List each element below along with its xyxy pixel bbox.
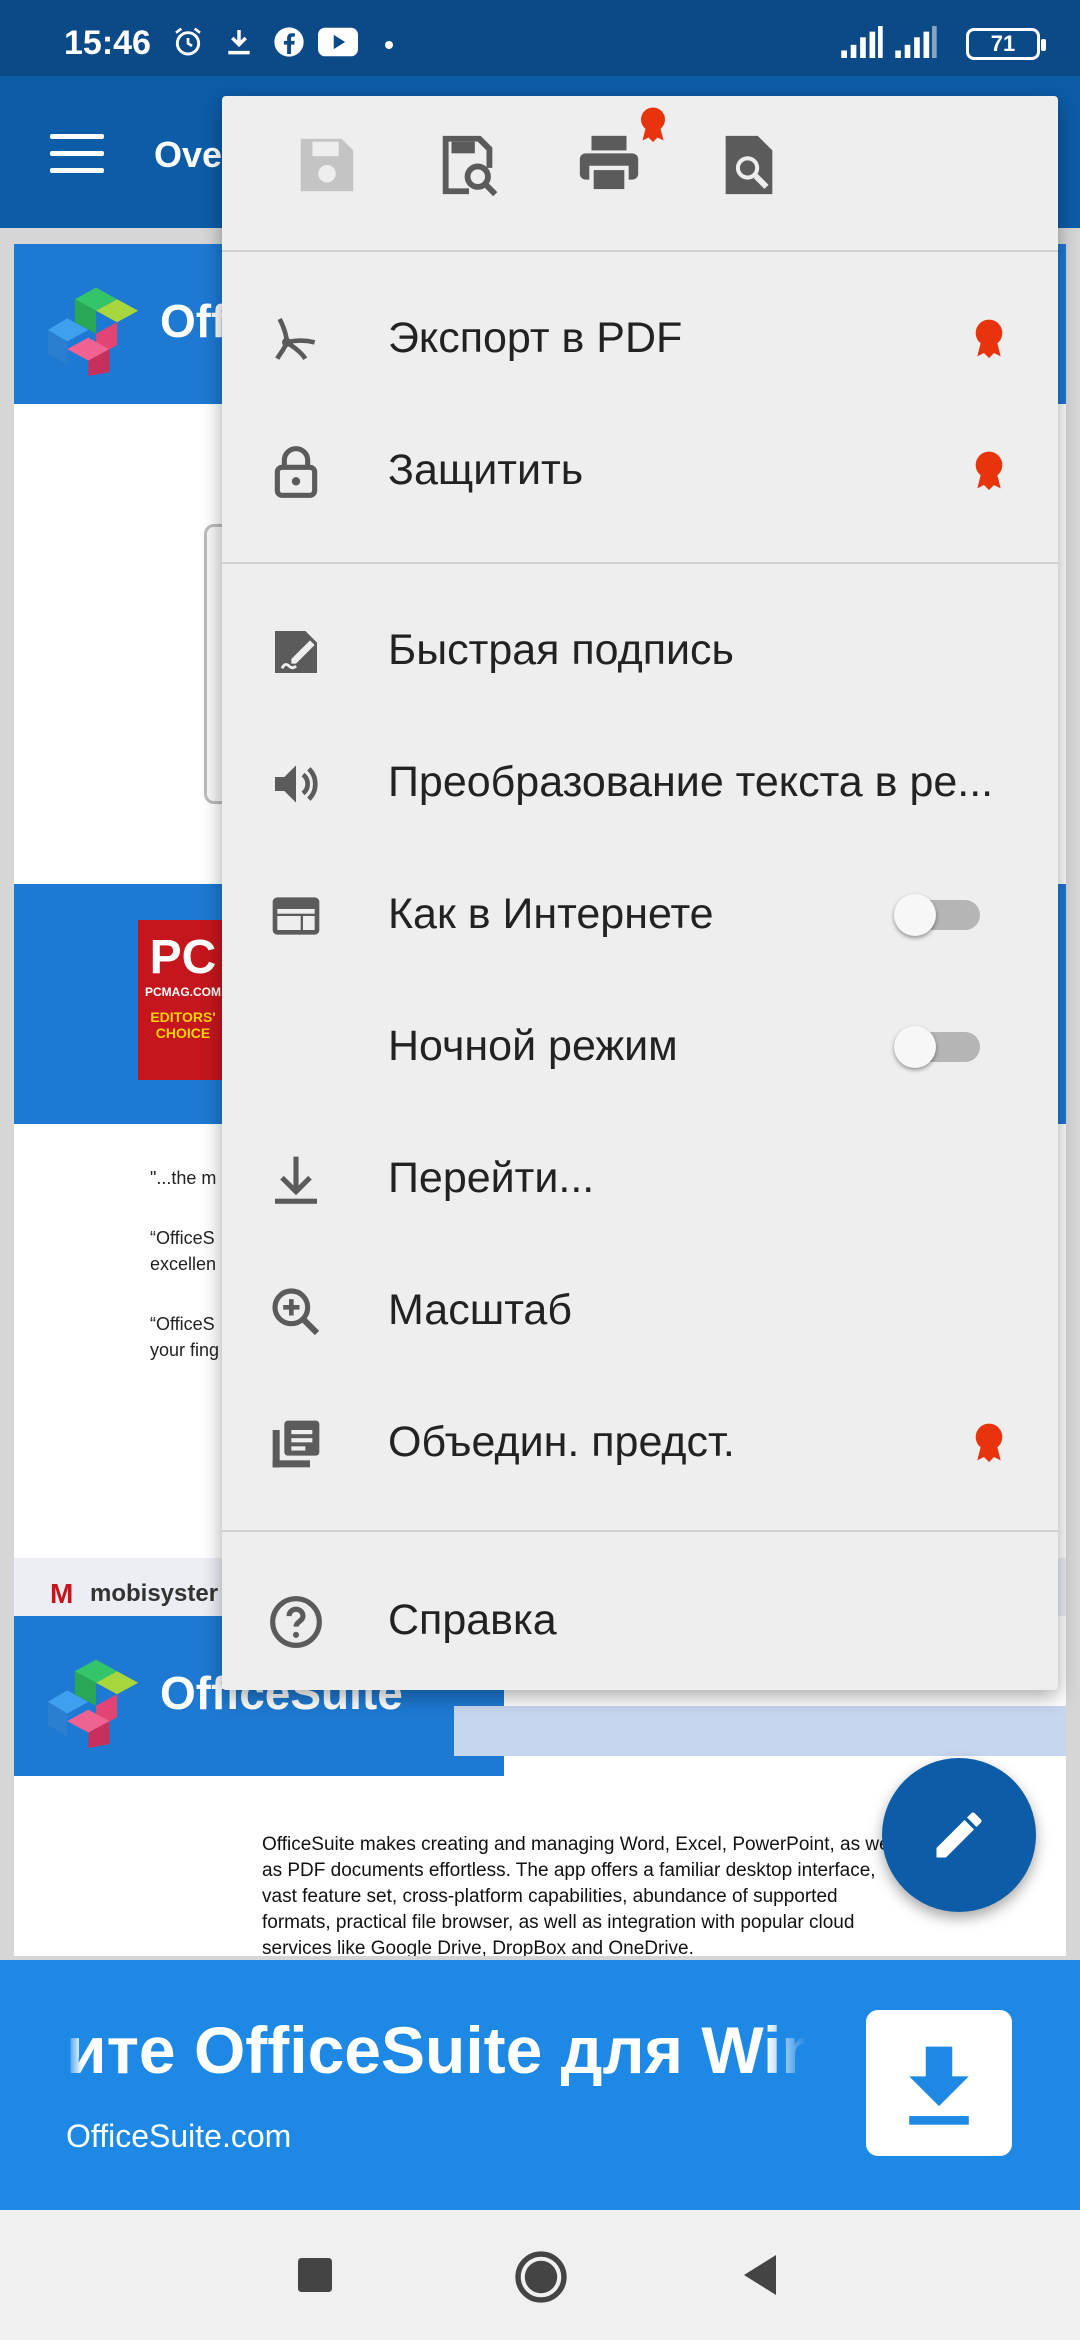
menu-item-label: Масштаб (388, 1286, 572, 1334)
officesuite-logo (48, 1659, 139, 1748)
alarm-icon (175, 27, 201, 56)
menu-item-label: Перейти... (388, 1154, 595, 1202)
print-icon[interactable] (574, 130, 644, 200)
web-layout-icon (272, 897, 320, 935)
premium-icon (641, 107, 665, 142)
menu-item-label: Объедин. предст. (388, 1418, 735, 1466)
quote-text: excellen (150, 1254, 217, 1274)
battery-icon: 71 (966, 28, 1046, 60)
lock-icon (274, 446, 318, 498)
menu-item-merge-view[interactable]: Объедин. предст. (222, 1376, 1058, 1508)
signal-icon-2 (895, 26, 937, 58)
quote-text: “OfficeS (150, 1228, 215, 1248)
back-button-icon[interactable] (740, 2254, 780, 2296)
premium-icon (975, 451, 1003, 490)
web-layout-toggle[interactable] (894, 894, 980, 936)
overflow-menu: Экспорт в PDF Защитить Быстрая подпись П… (222, 96, 1058, 1690)
quote-text: “OfficeS (150, 1314, 215, 1334)
home-button-icon[interactable] (514, 2250, 568, 2304)
menu-divider (222, 1530, 1058, 1532)
menu-item-label: Экспорт в PDF (388, 314, 683, 362)
night-mode-toggle[interactable] (894, 1026, 980, 1068)
status-bar: 15:46 71 (0, 0, 1080, 76)
zoom-icon (272, 1288, 320, 1336)
menu-item-label: Быстрая подпись (388, 626, 734, 674)
officesuite-logo (48, 287, 139, 376)
menu-item-protect[interactable]: Защитить (222, 404, 1058, 536)
dot-icon (385, 41, 393, 49)
go-to-icon (275, 1156, 317, 1204)
menu-item-label: Ночной режим (388, 1022, 678, 1070)
menu-item-text-to-speech[interactable]: Преобразование текста в ре... (222, 716, 1058, 848)
quote-text: your fing (150, 1340, 220, 1360)
menu-item-zoom[interactable]: Масштаб (222, 1244, 1058, 1376)
ad-banner[interactable]: ите OfficeSuite для Windows OfficeSuite.… (0, 1960, 1080, 2210)
menu-item-quick-signature[interactable]: Быстрая подпись (222, 584, 1058, 716)
system-nav-bar (0, 2210, 1080, 2340)
merge-view-icon (272, 1420, 320, 1468)
ad-download-button[interactable] (866, 2010, 1012, 2156)
facebook-icon (274, 27, 304, 57)
document-title: Ove (154, 134, 223, 175)
menu-item-label: Справка (388, 1596, 557, 1644)
menu-item-help[interactable]: Справка (222, 1554, 1058, 1686)
moon-icon (289, 1024, 313, 1072)
help-icon (270, 1596, 322, 1648)
pcmag-badge: PC PCMAG.COM EDITORS' CHOICE (138, 920, 228, 1080)
mobisystems-logo-icon: M (50, 1578, 74, 1609)
menu-item-export-pdf[interactable]: Экспорт в PDF (222, 272, 1058, 404)
header-decoration (454, 1706, 1066, 1756)
menu-item-label: Защитить (388, 446, 584, 494)
menu-divider (222, 250, 1058, 252)
signature-icon (275, 631, 317, 673)
premium-icon (975, 1423, 1003, 1462)
menu-item-web-layout[interactable]: Как в Интернете (222, 848, 1058, 980)
find-icon[interactable] (714, 130, 784, 200)
download-arrow-icon (909, 2046, 969, 2125)
pencil-icon (936, 1812, 982, 1858)
recents-button-icon[interactable] (298, 2258, 332, 2292)
quote-text: "...the m (150, 1168, 217, 1188)
menu-toolbar (222, 96, 1058, 252)
youtube-icon (318, 27, 358, 57)
ad-url: OfficeSuite.com (66, 2118, 292, 2154)
download-icon (228, 30, 250, 55)
menu-item-go-to[interactable]: Перейти... (222, 1112, 1058, 1244)
premium-icon (975, 319, 1003, 358)
hamburger-icon[interactable] (50, 134, 104, 174)
export-pdf-icon (275, 317, 316, 361)
status-time: 15:46 (64, 24, 151, 62)
save-as-icon[interactable] (434, 130, 504, 200)
save-icon[interactable] (292, 130, 362, 200)
speaker-icon (275, 765, 318, 803)
page-body-text: OfficeSuite makes creating and managing … (262, 1834, 899, 1956)
menu-item-label: Как в Интернете (388, 890, 714, 938)
menu-divider (222, 562, 1058, 564)
ad-headline: ите OfficeSuite для Windows (66, 2012, 806, 2088)
signal-icon (841, 26, 883, 58)
menu-item-night-mode[interactable]: Ночной режим (222, 980, 1058, 1112)
edit-fab-button[interactable] (882, 1758, 1036, 1912)
footer-brand: mobisyster (90, 1580, 219, 1607)
menu-item-label: Преобразование текста в ре... (388, 758, 994, 806)
